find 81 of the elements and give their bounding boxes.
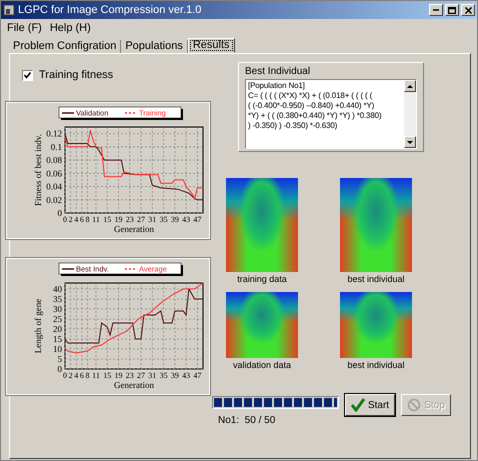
image-caption: best individual <box>347 274 405 284</box>
text-line: [Population No1] <box>248 81 305 91</box>
text-area[interactable]: [Population No1] C= ( ( ( ( (X*X) *X) + ( (0.018+ ( ( ( ( ( ( (-0.400*-0.950) --0.840) +0.440) *Y) *Y) + ( ( (0.380+0.440) *Y) *Y) ) *0.380) ) -0.350) ) -0.350) *-0.630) <box>245 79 417 149</box>
scrollbar[interactable] <box>404 80 416 148</box>
image-caption: best individual <box>347 360 405 370</box>
text-line: ( (-0.400*-0.950) --0.840) +0.440) *Y) <box>248 101 374 111</box>
heatmap-image <box>226 292 298 358</box>
check-icon <box>350 398 365 412</box>
x-tick-label: 4 <box>74 371 78 380</box>
start-button[interactable]: Start <box>345 394 395 416</box>
x-tick-label: 47 <box>193 215 202 224</box>
y-tick-label: 5 <box>58 354 62 364</box>
x-tick-label: 6 <box>80 371 84 380</box>
y-tick-label: 25 <box>53 314 62 324</box>
window-title: LGPC for Image Compression ver.1.0 <box>18 4 202 16</box>
x-tick-label: 11 <box>92 371 100 380</box>
y-tick-label: 0 <box>58 208 62 218</box>
y-axis-title: Length of gene <box>33 298 43 354</box>
x-tick-label: 47 <box>193 371 202 380</box>
menu-item[interactable]: Help (H) <box>50 22 91 34</box>
x-tick-label: 27 <box>137 215 146 224</box>
progress-caption: No1: 50 / 50 <box>217 415 276 426</box>
x-tick-label: 31 <box>148 215 156 224</box>
app-icon <box>3 4 15 16</box>
checkbox-label: Training fitness <box>39 69 114 81</box>
minimize-icon <box>433 9 439 11</box>
x-tick-label: 43 <box>182 215 190 224</box>
x-tick-label: 39 <box>170 215 179 224</box>
y-tick-label: 0.1 <box>50 142 62 152</box>
x-tick-label: 2 <box>68 215 73 224</box>
x-tick-label: 0 <box>63 371 67 380</box>
y-tick-label: 30 <box>53 304 62 314</box>
text-line: *Y) + ( ( (0.380+0.440) *Y) *Y) ) *0.380) <box>248 111 382 121</box>
heatmap-image <box>340 292 412 358</box>
group-title: Best Individual <box>245 66 312 77</box>
y-tick-label: 0.02 <box>46 194 62 205</box>
close-icon <box>464 6 472 14</box>
y-axis-title: Fitness of best indv. <box>33 134 43 206</box>
x-tick-label: 0 <box>63 215 67 224</box>
x-tick-label: 23 <box>126 215 134 224</box>
x-axis-title: Generation <box>114 224 154 234</box>
y-tick-label: 0.12 <box>46 128 62 139</box>
maximize-icon <box>448 6 456 14</box>
y-tick-label: 10 <box>53 344 62 354</box>
x-axis-title: Generation <box>114 380 154 390</box>
x-tick-label: 23 <box>126 371 134 380</box>
close-button[interactable] <box>461 4 475 16</box>
maximize-button[interactable] <box>445 4 459 16</box>
x-tick-label: 8 <box>86 371 90 380</box>
x-tick-label: 2 <box>68 371 73 380</box>
x-tick-label: 39 <box>170 371 179 380</box>
x-tick-label: 4 <box>74 215 78 224</box>
y-tick-label: 0.04 <box>46 182 62 192</box>
x-tick-label: 31 <box>148 371 156 380</box>
x-tick-label: 6 <box>80 215 84 224</box>
y-tick-label: 20 <box>53 324 62 334</box>
x-tick-label: 43 <box>182 371 190 380</box>
minimize-button[interactable] <box>429 4 443 16</box>
stop-icon <box>407 398 422 412</box>
x-tick-label: 15 <box>103 215 112 224</box>
x-tick-label: 11 <box>92 215 100 224</box>
checkbox[interactable] <box>22 70 33 80</box>
x-tick-label: 15 <box>103 371 112 380</box>
y-tick-label: 15 <box>53 334 62 344</box>
image-caption: validation data <box>232 360 292 370</box>
text-line: C= ( ( ( ( (X*X) *X) + ( (0.018+ ( ( ( ( ( <box>248 91 372 101</box>
y-tick-label: 35 <box>53 294 62 304</box>
x-tick-label: 35 <box>160 215 168 224</box>
x-tick-label: 8 <box>86 215 90 224</box>
image-caption: training data <box>237 274 287 284</box>
y-tick-label: 0 <box>58 364 62 374</box>
text-line: ) -0.350) ) -0.350) *-0.630) <box>248 121 338 131</box>
y-tick-label: 0.08 <box>46 155 62 166</box>
x-tick-label: 19 <box>114 371 122 380</box>
y-tick-label: 0.06 <box>46 168 62 178</box>
menu-item[interactable]: File (F) <box>7 22 42 34</box>
x-tick-label: 27 <box>137 371 146 380</box>
x-tick-label: 19 <box>114 215 122 224</box>
y-tick-label: 40 <box>53 284 62 294</box>
tab[interactable]: Results <box>188 38 235 53</box>
x-tick-label: 35 <box>160 371 168 380</box>
